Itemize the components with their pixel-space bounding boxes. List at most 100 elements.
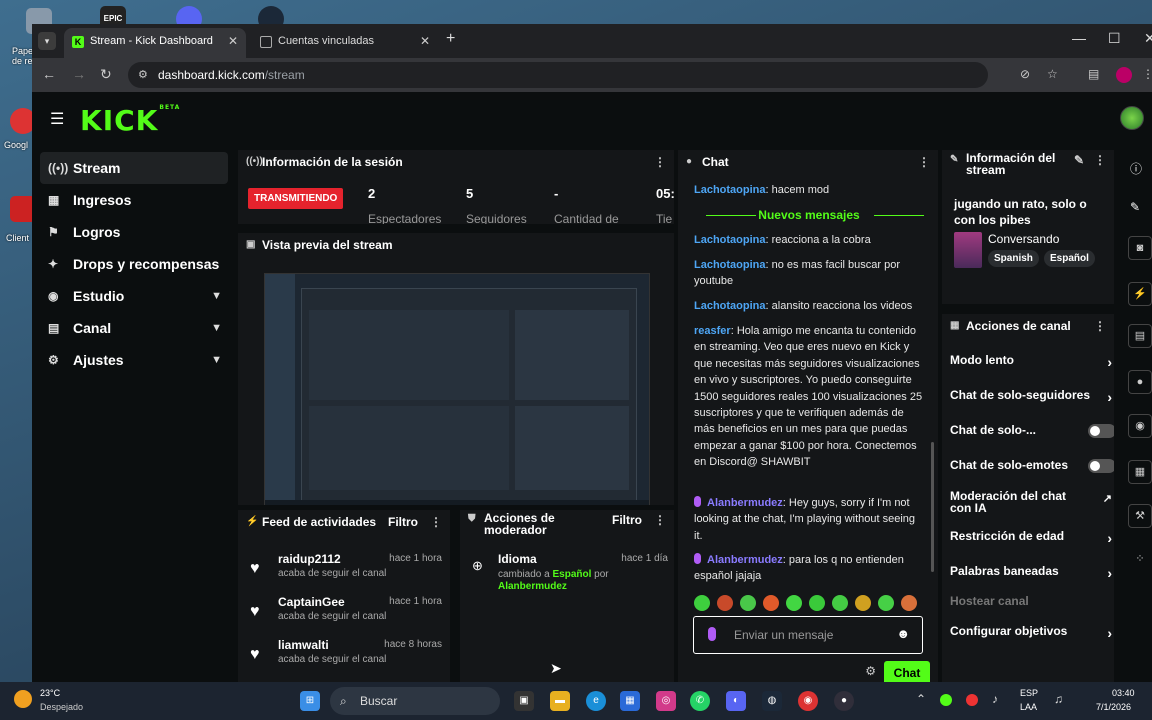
sidebar-item-stream[interactable]: ((•)) Stream xyxy=(40,152,228,184)
url-input[interactable]: ⚙ dashboard.kick.com/stream xyxy=(128,62,988,88)
more-options-icon[interactable]: ⋮ xyxy=(654,150,666,174)
more-options-icon[interactable]: ⋮ xyxy=(1094,154,1106,166)
sidebar-item-ajustes[interactable]: ⚙ Ajustes ▼ xyxy=(40,344,228,376)
discord-taskbar-icon[interactable]: ◐ xyxy=(726,691,746,711)
broadcast-rail-icon[interactable]: ◉ xyxy=(1128,414,1152,438)
channel-action-0[interactable]: Modo lento › xyxy=(950,354,1112,370)
chat-input[interactable]: Enviar un mensaje ☻ xyxy=(693,616,923,654)
volume-icon[interactable]: ♫ xyxy=(1054,692,1063,706)
list-rail-icon[interactable]: ▤ xyxy=(1128,324,1152,348)
tag-chip[interactable]: Español xyxy=(1044,250,1095,267)
chevron-down-icon[interactable]: ▼ xyxy=(211,280,222,312)
tray-app-icon[interactable] xyxy=(966,694,978,706)
back-icon[interactable]: ← xyxy=(42,66,56,82)
toggle-switch[interactable] xyxy=(1088,459,1114,473)
chat-username[interactable]: Alanbermudez xyxy=(707,497,783,509)
desc-user[interactable]: Alanbermudez xyxy=(498,581,567,592)
emoji-icon[interactable]: ☻ xyxy=(896,626,910,641)
kick-logo[interactable]: KICKBETA xyxy=(80,104,180,137)
emote-icon[interactable] xyxy=(855,595,871,611)
edit-icon[interactable]: ✎ xyxy=(1074,154,1084,166)
chat-settings-icon[interactable]: ⚙ xyxy=(865,664,876,678)
info-icon[interactable]: ⓘ xyxy=(1130,160,1142,177)
bookmark-star-icon[interactable]: ☆ xyxy=(1047,67,1058,81)
sidebar-item-drops[interactable]: ✦ Drops y recompensas xyxy=(40,248,228,280)
toggle-switch[interactable] xyxy=(1088,424,1114,438)
store-icon[interactable]: ▦ xyxy=(620,691,640,711)
tab-search-icon[interactable]: ▾ xyxy=(38,32,56,50)
new-tab-icon[interactable]: + xyxy=(446,30,455,48)
steam-taskbar-icon[interactable]: ◍ xyxy=(762,691,782,711)
chat-rail-icon[interactable]: ● xyxy=(1128,370,1152,394)
chat-username[interactable]: Alanbermudez xyxy=(707,554,783,566)
whatsapp-icon[interactable]: ✆ xyxy=(690,691,710,711)
sidebar-item-logros[interactable]: ⚑ Logros xyxy=(40,216,228,248)
stream-preview-video[interactable] xyxy=(264,273,650,505)
mic-icon[interactable] xyxy=(708,627,716,641)
chat-username[interactable]: Lachotaopina xyxy=(694,259,766,271)
site-info-icon[interactable]: ⚙ xyxy=(138,62,148,88)
chrome-taskbar-icon[interactable]: ◉ xyxy=(798,691,818,711)
emote-icon[interactable] xyxy=(832,595,848,611)
channel-action-4[interactable]: Moderación del chat con IA ↗ xyxy=(950,490,1112,514)
filter-button[interactable]: Filtro xyxy=(388,510,418,534)
emote-icon[interactable] xyxy=(694,595,710,611)
screen-rail-icon[interactable]: ◙ xyxy=(1128,236,1152,260)
mic-tray-icon[interactable]: ♪ xyxy=(992,692,998,706)
reload-icon[interactable]: ↻ xyxy=(100,66,112,83)
emote-icon[interactable] xyxy=(763,595,779,611)
channel-action-5[interactable]: Restricción de edad › xyxy=(950,530,1112,546)
chevron-down-icon[interactable]: ▼ xyxy=(211,344,222,376)
sidebar-item-canal[interactable]: ▤ Canal ▼ xyxy=(40,312,228,344)
tray-overflow-icon[interactable]: ⌃ xyxy=(916,692,926,706)
clock-time[interactable]: 03:40 xyxy=(1112,688,1135,698)
channel-action-2[interactable]: Chat de solo-... xyxy=(950,424,1114,438)
tray-app-icon[interactable] xyxy=(940,694,952,706)
channel-action-3[interactable]: Chat de solo-emotes xyxy=(950,459,1114,473)
sidebar-item-estudio[interactable]: ◉ Estudio ▼ xyxy=(40,280,228,312)
edge-icon[interactable]: e xyxy=(586,691,606,711)
chevron-down-icon[interactable]: ▼ xyxy=(211,312,222,344)
layout-rail-icon[interactable]: ⁘ xyxy=(1128,548,1152,572)
edit-rail-icon[interactable]: ✎ xyxy=(1130,200,1140,214)
filter-button[interactable]: Filtro xyxy=(612,514,642,526)
more-options-icon[interactable]: ⋮ xyxy=(1094,314,1106,338)
list-item[interactable]: ♥ raidup2112 hace 1 hora acaba de seguir el… xyxy=(246,552,442,592)
bolt-rail-icon[interactable]: ⚡ xyxy=(1128,282,1152,306)
avatar[interactable] xyxy=(1120,106,1144,130)
obs-taskbar-icon[interactable]: ● xyxy=(834,691,854,711)
close-window-icon[interactable]: ✕ xyxy=(1144,30,1152,47)
emote-icon[interactable] xyxy=(740,595,756,611)
tab-stream-dashboard[interactable]: K Stream - Kick Dashboard ✕ xyxy=(64,28,246,58)
chat-username[interactable]: Lachotaopina xyxy=(694,184,766,196)
emote-icon[interactable] xyxy=(786,595,802,611)
channel-action-6[interactable]: Palabras baneadas › xyxy=(950,565,1112,581)
list-item[interactable]: ♥ liamwalti hace 8 horas acaba de seguir el… xyxy=(246,638,442,678)
forward-icon[interactable]: → xyxy=(72,66,86,82)
maximize-icon[interactable]: ☐ xyxy=(1108,30,1121,47)
wrench-rail-icon[interactable]: ⚒ xyxy=(1128,504,1152,528)
profile-icon[interactable] xyxy=(1116,67,1132,83)
tab-linked-accounts[interactable]: Cuentas vinculadas ✕ xyxy=(252,28,438,58)
chat-username[interactable]: reasfer xyxy=(694,325,731,337)
close-tab-icon[interactable]: ✕ xyxy=(420,28,430,54)
taskbar-search-input[interactable]: ⌕ Buscar xyxy=(330,687,500,715)
minimize-icon[interactable]: — xyxy=(1072,30,1086,46)
lang-code[interactable]: ESP xyxy=(1020,688,1038,698)
tag-chip[interactable]: Spanish xyxy=(988,250,1039,267)
eye-off-icon[interactable]: ⊘ xyxy=(1020,67,1030,81)
file-explorer-icon[interactable]: ▬ xyxy=(550,691,570,711)
emote-icon[interactable] xyxy=(878,595,894,611)
list-item[interactable]: ♥ CaptainGee hace 1 hora acaba de seguir el… xyxy=(246,595,442,635)
category-name[interactable]: Conversando xyxy=(988,232,1059,246)
menu-icon[interactable]: ☰ xyxy=(50,109,64,129)
instagram-icon[interactable]: ◎ xyxy=(656,691,676,711)
emote-icon[interactable] xyxy=(717,595,733,611)
more-options-icon[interactable]: ⋮ xyxy=(430,510,442,534)
emote-icon[interactable] xyxy=(901,595,917,611)
close-tab-icon[interactable]: ✕ xyxy=(228,28,238,54)
more-options-icon[interactable]: ⋮ xyxy=(918,150,930,174)
emote-icon[interactable] xyxy=(809,595,825,611)
extensions-icon[interactable]: ▤ xyxy=(1088,67,1099,81)
windows-start-icon[interactable]: ⊞ xyxy=(300,691,320,711)
